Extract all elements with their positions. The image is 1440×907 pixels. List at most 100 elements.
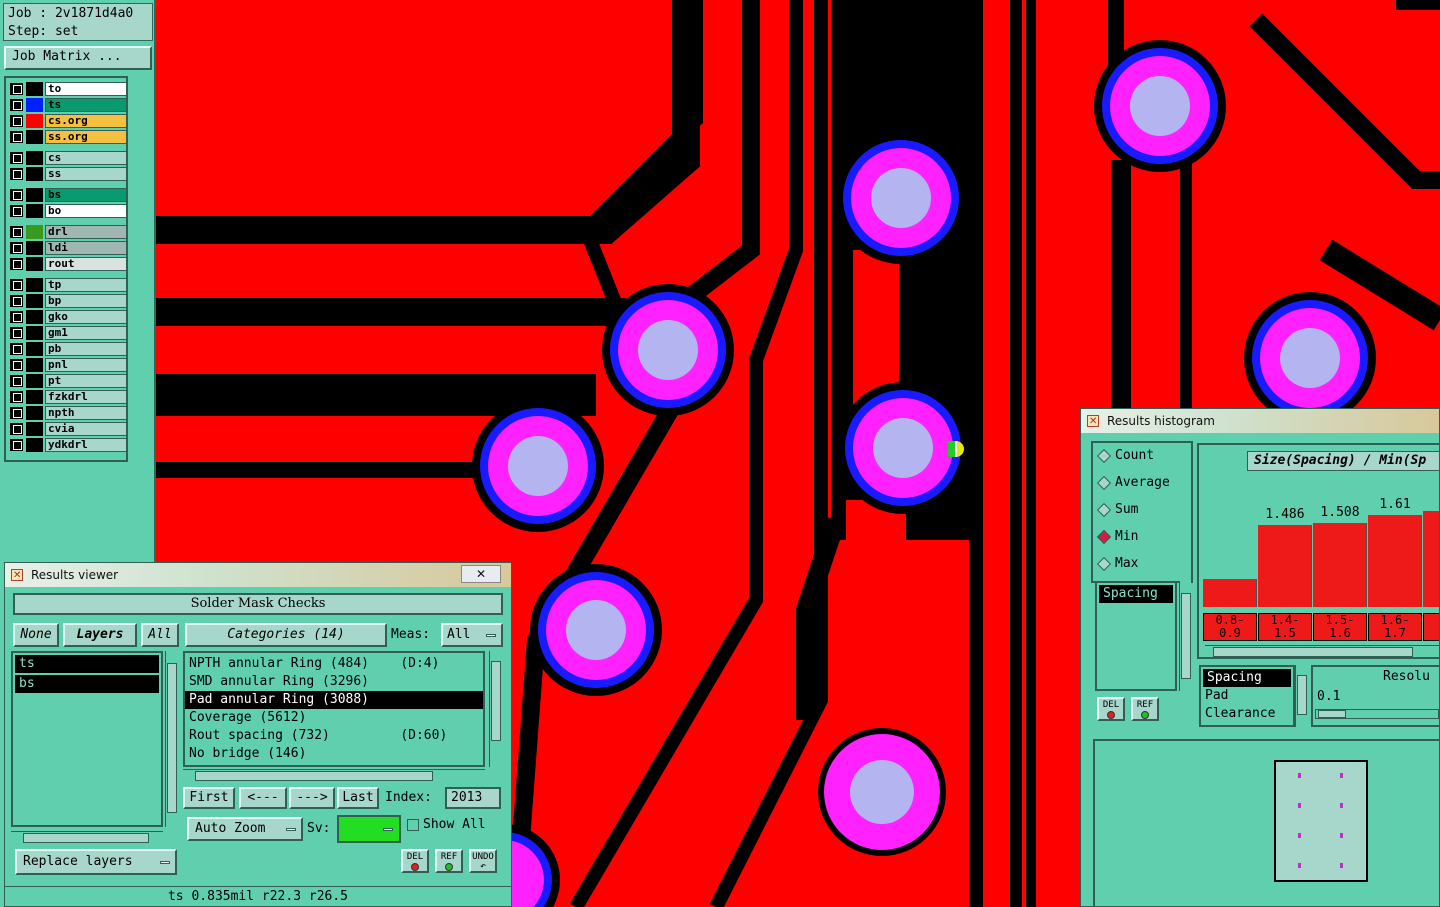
auto-zoom-select[interactable]: Auto Zoom: [187, 817, 303, 841]
layer-checkbox[interactable]: [10, 327, 23, 339]
layer-row-bo[interactable]: bo: [9, 204, 127, 218]
mode-radio-count[interactable]: Count: [1095, 445, 1154, 467]
mode-radio-min[interactable]: Min: [1095, 526, 1138, 548]
resolution-slider[interactable]: [1315, 709, 1439, 719]
result-marker[interactable]: [948, 441, 964, 457]
all-button[interactable]: All: [141, 623, 179, 647]
layer-name[interactable]: gm1: [45, 326, 127, 340]
layer-row-to[interactable]: to: [9, 82, 127, 96]
mode-radio-sum[interactable]: Sum: [1095, 499, 1138, 521]
list-item[interactable]: bs: [15, 675, 159, 693]
show-all-checkbox[interactable]: [407, 819, 419, 831]
layer-name[interactable]: fzkdrl: [45, 390, 127, 404]
layer-checkbox[interactable]: [10, 189, 23, 201]
layer-color-swatch[interactable]: [26, 225, 43, 239]
layer-row-bp[interactable]: bp: [9, 294, 127, 308]
replace-layers-select[interactable]: Replace layers: [15, 849, 177, 875]
index-input[interactable]: 2013: [445, 787, 501, 809]
histogram-bar[interactable]: [1423, 511, 1439, 607]
layer-row-npth[interactable]: npth: [9, 406, 127, 420]
layer-name[interactable]: rout: [45, 257, 127, 271]
mode-radio-max[interactable]: Max: [1095, 553, 1138, 575]
layer-checkbox[interactable]: [10, 205, 23, 217]
categories-scrollbar[interactable]: [489, 651, 501, 767]
layer-row-ss[interactable]: ss: [9, 167, 127, 181]
close-button[interactable]: ✕: [461, 565, 501, 583]
layer-name[interactable]: pt: [45, 374, 127, 388]
category-item[interactable]: Coverage (5612): [185, 709, 483, 727]
layer-color-swatch[interactable]: [26, 310, 43, 324]
next-button[interactable]: --->: [289, 787, 335, 809]
layer-list-scrollbar[interactable]: [165, 651, 177, 827]
layer-row-tp[interactable]: tp: [9, 278, 127, 292]
layer-checkbox[interactable]: [10, 168, 23, 180]
radio-diamond-icon[interactable]: [1096, 502, 1112, 518]
slider-thumb[interactable]: [1318, 710, 1346, 718]
resolution-item[interactable]: Pad: [1201, 687, 1293, 705]
layer-checkbox[interactable]: [10, 375, 23, 387]
none-button[interactable]: None: [13, 623, 59, 647]
layer-checkbox[interactable]: [10, 423, 23, 435]
layer-row-pt[interactable]: pt: [9, 374, 127, 388]
list-item[interactable]: ts: [15, 655, 159, 673]
scroll-thumb[interactable]: [167, 663, 177, 813]
severity-color-select[interactable]: [337, 815, 401, 843]
resolution-list-scrollbar[interactable]: [1295, 665, 1307, 727]
category-item[interactable]: Rout spacing (732) (D:60): [185, 727, 483, 745]
categories-list[interactable]: NPTH annular Ring (484) (D:4) SMD annular…: [183, 651, 485, 767]
layer-name[interactable]: ss.org: [45, 130, 127, 144]
layer-row-cs[interactable]: cs: [9, 151, 127, 165]
layer-checkbox[interactable]: [10, 359, 23, 371]
del-button[interactable]: DEL: [401, 849, 429, 873]
radio-diamond-icon[interactable]: [1096, 556, 1112, 572]
layer-color-swatch[interactable]: [26, 326, 43, 340]
layer-checkbox[interactable]: [10, 226, 23, 238]
layer-name[interactable]: ts: [45, 98, 127, 112]
layer-name[interactable]: pnl: [45, 358, 127, 372]
ref-button[interactable]: REF: [435, 849, 463, 873]
layer-row-fzkdrl[interactable]: fzkdrl: [9, 390, 127, 404]
del-button[interactable]: DEL: [1097, 697, 1125, 721]
layer-color-swatch[interactable]: [26, 257, 43, 271]
layer-row-gko[interactable]: gko: [9, 310, 127, 324]
board-preview[interactable]: [1093, 739, 1440, 907]
layer-row-pb[interactable]: pb: [9, 342, 127, 356]
layer-name[interactable]: ss: [45, 167, 127, 181]
layer-color-swatch[interactable]: [26, 98, 43, 112]
layer-color-swatch[interactable]: [26, 151, 43, 165]
layer-name[interactable]: gko: [45, 310, 127, 324]
histogram-hscrollbar[interactable]: [1205, 645, 1439, 657]
scroll-thumb[interactable]: [23, 833, 149, 843]
layer-checkbox[interactable]: [10, 279, 23, 291]
layer-color-swatch[interactable]: [26, 374, 43, 388]
undo-button[interactable]: UNDO ↶: [469, 849, 497, 873]
layer-color-swatch[interactable]: [26, 167, 43, 181]
layer-name[interactable]: cs: [45, 151, 127, 165]
layer-name[interactable]: bp: [45, 294, 127, 308]
layer-checkbox[interactable]: [10, 439, 23, 451]
layer-row-rout[interactable]: rout: [9, 257, 127, 271]
prev-button[interactable]: <---: [239, 787, 287, 809]
layer-color-swatch[interactable]: [26, 390, 43, 404]
layer-row-drl[interactable]: drl: [9, 225, 127, 239]
layer-color-swatch[interactable]: [26, 438, 43, 452]
histogram-titlebar[interactable]: Results histogram: [1081, 409, 1439, 434]
scroll-thumb[interactable]: [1297, 675, 1307, 715]
ref-button[interactable]: REF: [1131, 697, 1159, 721]
layer-name[interactable]: cs.org: [45, 114, 127, 128]
layer-row-cs-org[interactable]: cs.org: [9, 114, 127, 128]
layer-row-pnl[interactable]: pnl: [9, 358, 127, 372]
layer-checkbox[interactable]: [10, 343, 23, 355]
layer-color-swatch[interactable]: [26, 278, 43, 292]
resolution-item[interactable]: Spacing: [1203, 669, 1291, 687]
meas-select[interactable]: All: [441, 623, 503, 647]
category-item[interactable]: Pad annular Ring (3088): [185, 691, 483, 709]
layer-color-swatch[interactable]: [26, 358, 43, 372]
job-matrix-button[interactable]: Job Matrix ...: [4, 46, 152, 70]
layer-color-swatch[interactable]: [26, 294, 43, 308]
scroll-thumb[interactable]: [195, 771, 433, 781]
list-item[interactable]: Spacing: [1099, 585, 1173, 603]
layer-checkbox[interactable]: [10, 407, 23, 419]
categories-button[interactable]: Categories (14): [185, 623, 387, 647]
radio-diamond-icon[interactable]: [1096, 475, 1112, 491]
